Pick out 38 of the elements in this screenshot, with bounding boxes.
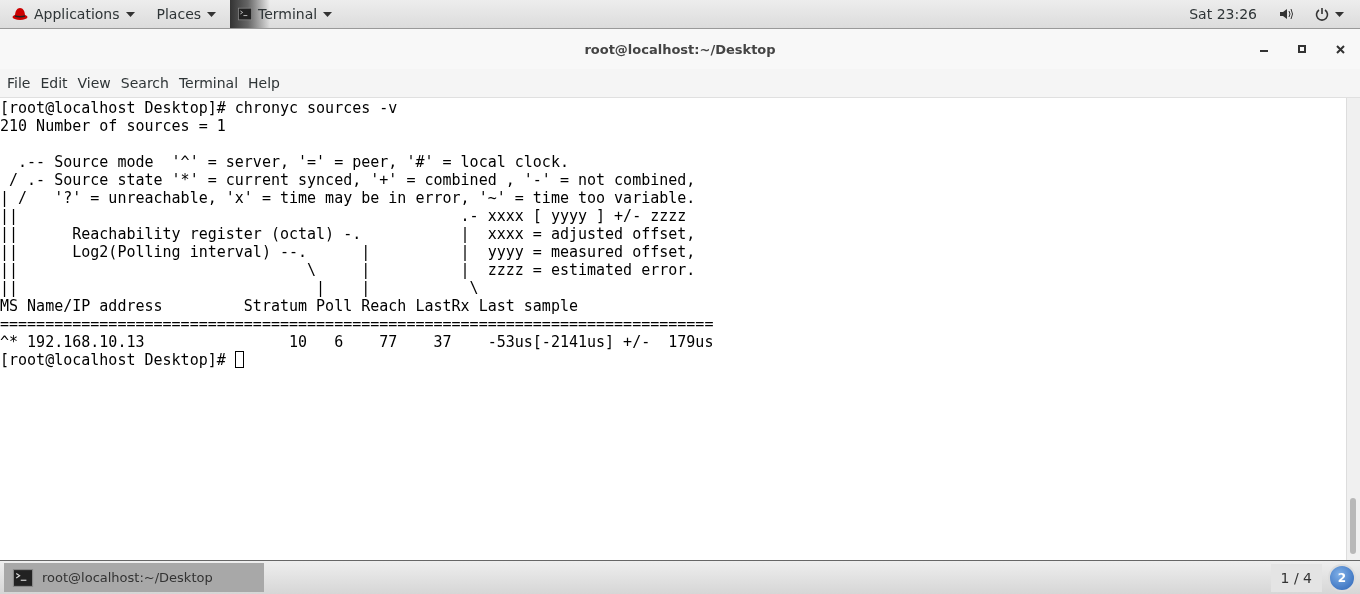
terminal-line: ^* 192.168.10.13 10 6 77 37 -53us[-2141us] +/- 179us bbox=[0, 333, 714, 351]
taskbar-window-button[interactable]: root@localhost:~/Desktop bbox=[4, 563, 264, 592]
close-icon bbox=[1335, 44, 1345, 54]
menu-item[interactable]: File bbox=[4, 75, 38, 91]
workspace-indicator[interactable]: 1 / 4 bbox=[1270, 563, 1322, 592]
caret-icon bbox=[323, 11, 333, 17]
terminal-line: || .- xxxx [ yyyy ] +/- zzzz bbox=[0, 207, 687, 225]
caret-icon bbox=[125, 11, 135, 17]
menu-item[interactable]: View bbox=[74, 75, 118, 91]
terminal-line: / .- Source state '*' = current synced, '+' = combined , '-' = not combined, bbox=[8, 171, 696, 189]
window-title: root@localhost:~/Desktop bbox=[584, 41, 776, 57]
clock[interactable]: Sat 23:26 bbox=[1189, 6, 1257, 22]
top-menu[interactable]: Places bbox=[148, 0, 225, 28]
caret-icon bbox=[207, 11, 217, 17]
menu-item[interactable]: Terminal bbox=[175, 75, 246, 91]
terminal-icon bbox=[12, 568, 34, 587]
terminal-line: =============================================================================== bbox=[0, 315, 714, 333]
terminal-line: || Log2(Polling interval) --. | | yyyy = measured offset, bbox=[0, 243, 696, 261]
menu-item[interactable]: Help bbox=[245, 75, 287, 91]
terminal-line: MS Name/IP address Stratum Poll Reach LastRx Last sample bbox=[0, 297, 578, 315]
hat-logo-icon bbox=[12, 7, 28, 21]
maximize-icon bbox=[1298, 45, 1306, 53]
terminal-line: || \ | | zzzz = estimated error. bbox=[0, 261, 696, 279]
menu-item[interactable]: Edit bbox=[37, 75, 75, 91]
terminal-line: [root@localhost Desktop]# chronyc sources -v bbox=[0, 99, 398, 117]
scrollbar[interactable] bbox=[1346, 98, 1360, 560]
terminal-prompt: [root@localhost Desktop]# bbox=[0, 351, 226, 369]
terminal-line: || | | \ bbox=[0, 279, 479, 297]
terminal-line: .-- Source mode '^' = server, '=' = peer, '#' = local clock. bbox=[17, 153, 569, 171]
text-cursor bbox=[234, 351, 244, 368]
terminal-line: || Reachability register (octal) -. | xxxx = adjusted offset, bbox=[0, 225, 696, 243]
terminal-line: | / '?' = unreachable, 'x' = time may be in error, '~' = time too variable. bbox=[0, 189, 696, 207]
speaker-icon[interactable] bbox=[1279, 8, 1293, 20]
top-menu[interactable]: Applications bbox=[4, 0, 143, 28]
caret-icon bbox=[1335, 11, 1344, 17]
menu-item[interactable]: Search bbox=[117, 75, 176, 91]
power-icon[interactable] bbox=[1315, 7, 1329, 21]
terminal-line: 210 Number of sources = 1 bbox=[0, 117, 226, 135]
